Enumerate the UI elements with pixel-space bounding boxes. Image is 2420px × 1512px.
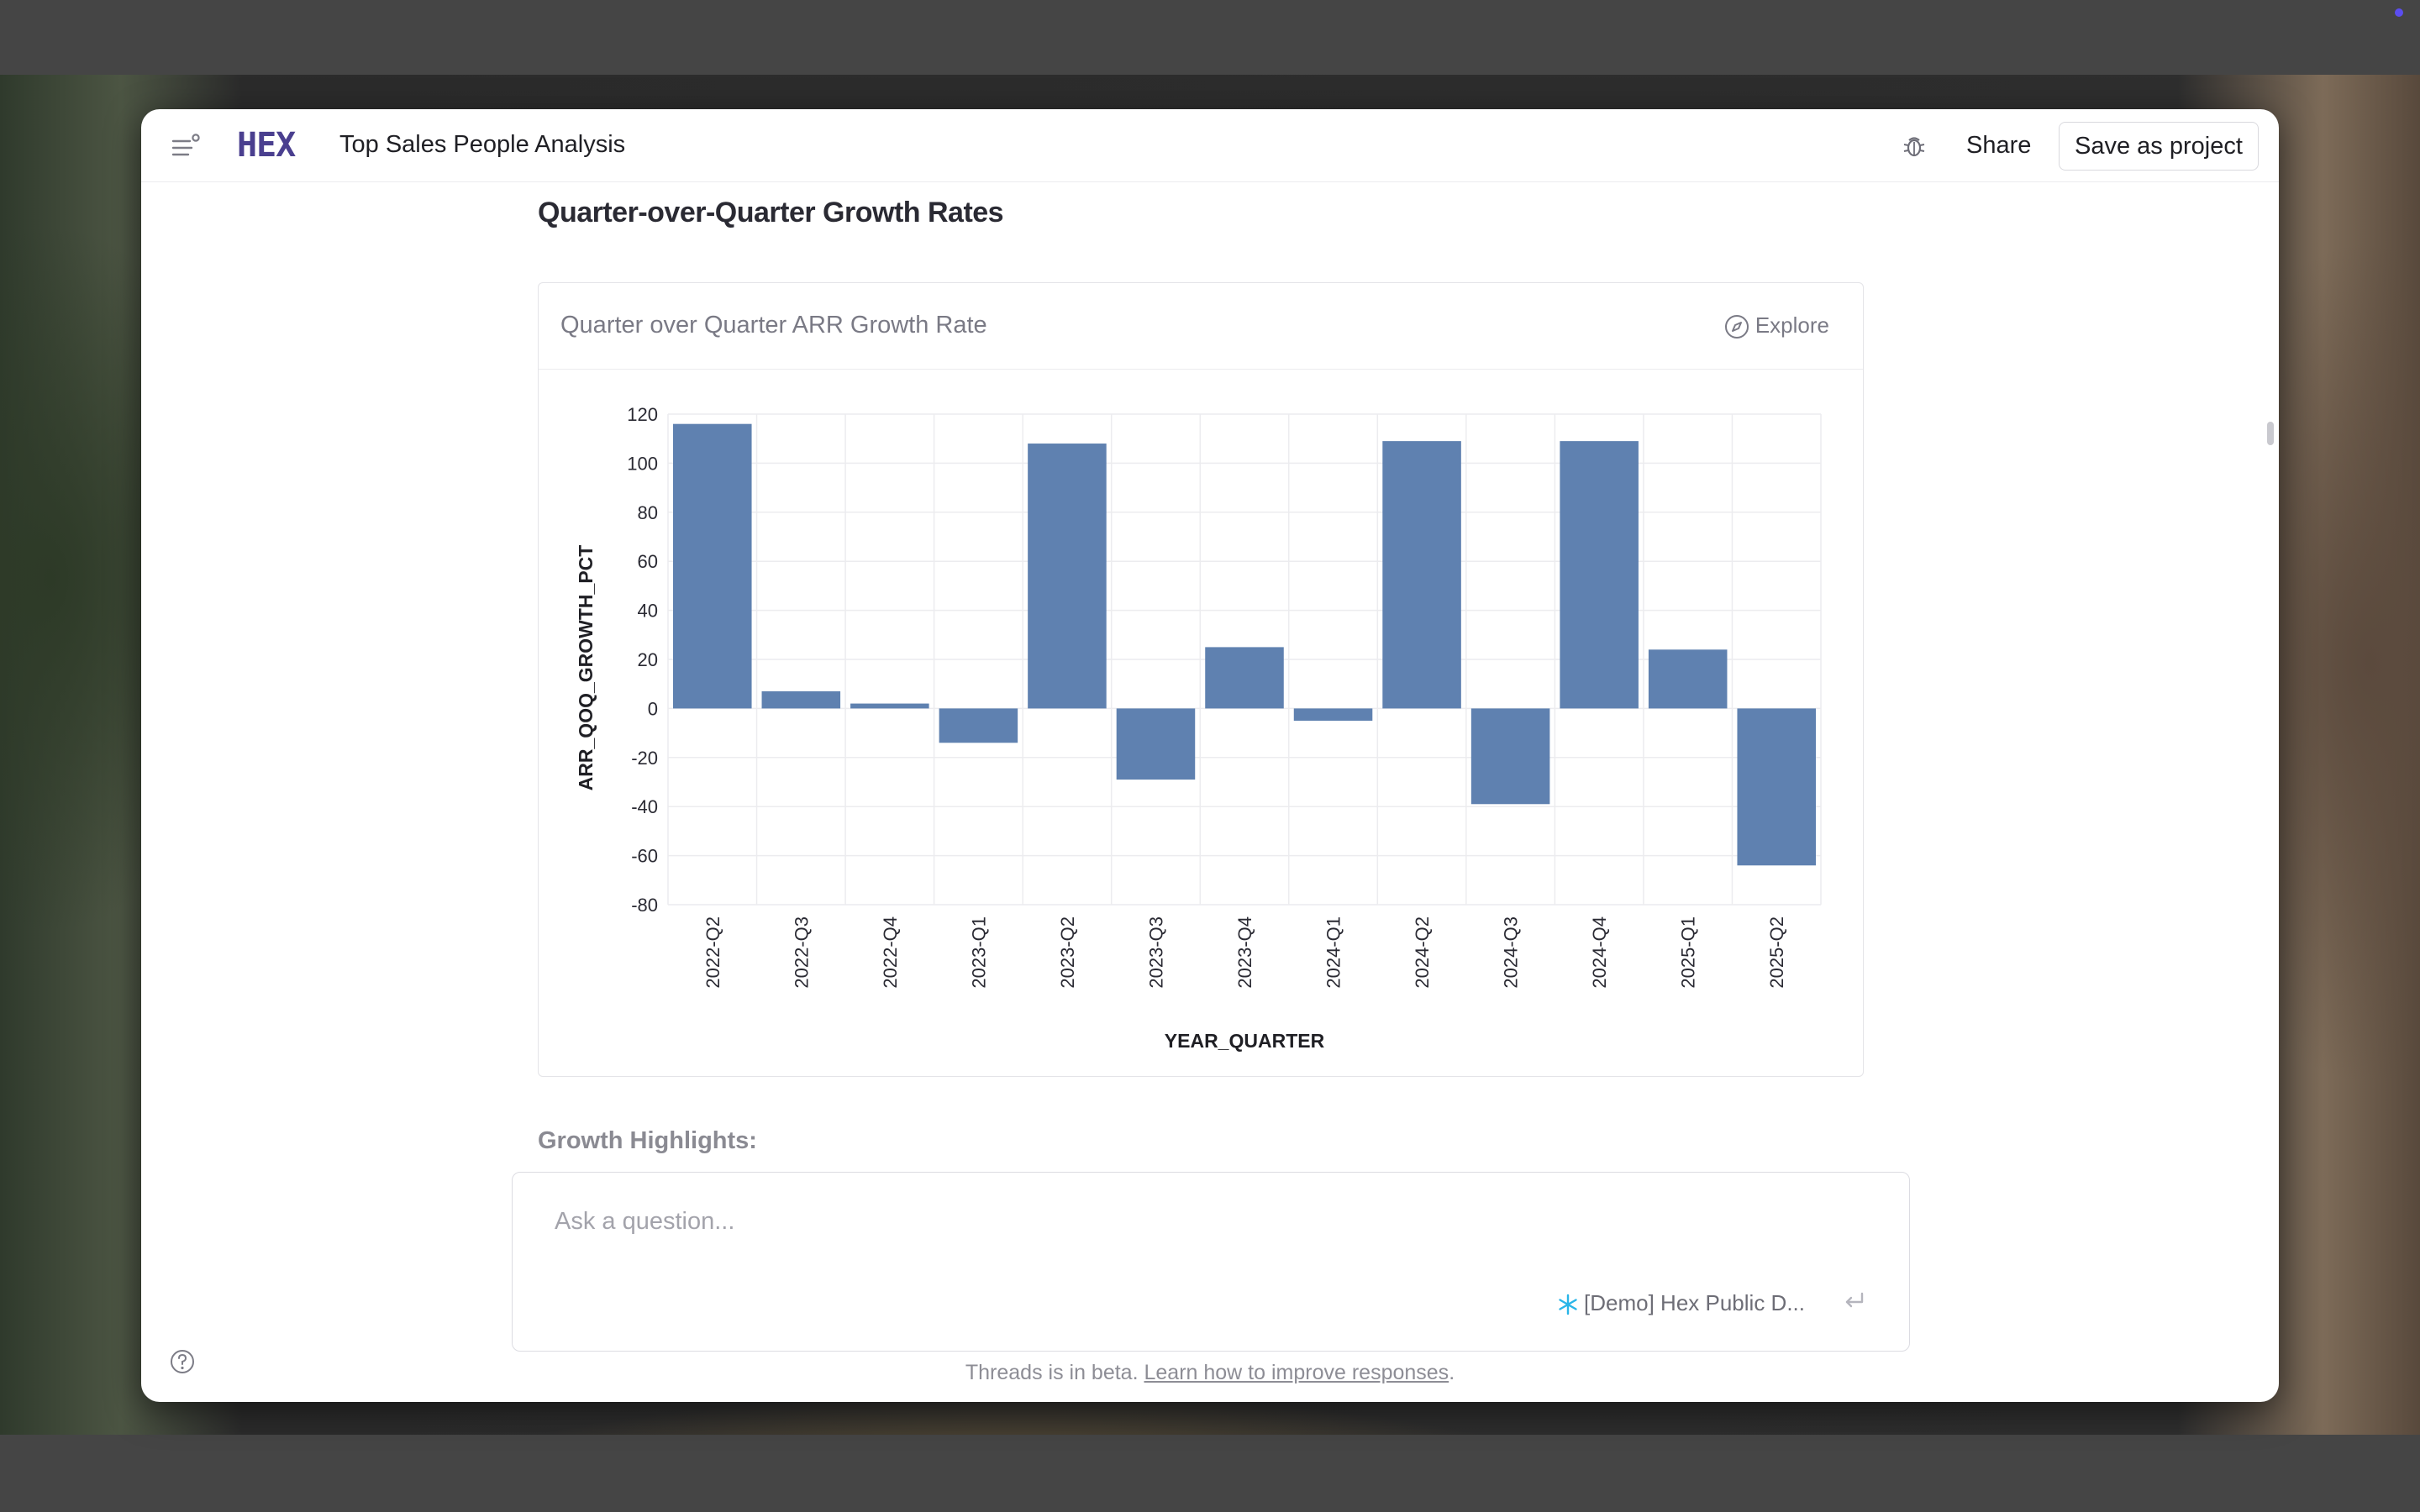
beta-footnote: Threads is in beta. Learn how to improve… [141,1361,2279,1385]
y-tick-label: 0 [648,698,658,719]
footnote-text: Threads is in beta. [965,1361,1139,1384]
bar-2023-Q2 [1028,444,1107,709]
question-composer: [Demo] Hex Public D... [512,1172,1910,1352]
improve-responses-link[interactable]: Learn how to improve responses [1144,1361,1449,1384]
x-tick-label: 2023-Q2 [1057,916,1078,989]
bar-2024-Q1 [1293,708,1373,721]
y-tick-label: 120 [627,404,658,425]
bar-2022-Q2 [673,423,752,709]
bar-2024-Q2 [1382,441,1461,709]
app-window: HEX Top Sales People Analysis Share Save… [141,109,2279,1402]
x-tick-label: 2023-Q3 [1145,916,1166,989]
snowflake-icon [1559,1294,1577,1315]
x-tick-label: 2024-Q2 [1412,916,1433,989]
status-dot [2395,8,2403,17]
chart-title: Quarter over Quarter ARR Growth Rate [560,312,987,339]
x-tick-label: 2024-Q3 [1501,916,1522,989]
menu-icon[interactable] [170,133,203,161]
y-tick-label: -20 [631,748,658,769]
scrollbar-thumb[interactable] [2267,422,2274,445]
compass-icon [1724,315,1749,339]
x-tick-label: 2024-Q4 [1589,916,1610,989]
bar-2024-Q3 [1470,708,1550,805]
bar-2024-Q4 [1560,441,1639,709]
explore-button[interactable]: Explore [1723,308,1829,342]
document-title[interactable]: Top Sales People Analysis [339,131,625,159]
x-tick-label: 2024-Q1 [1323,916,1344,989]
y-tick-label: -80 [631,895,658,916]
bar-2025-Q1 [1648,649,1728,709]
bar-2023-Q4 [1205,647,1284,709]
x-axis-title: YEAR_QUARTER [1165,1030,1325,1052]
x-tick-label: 2023-Q1 [968,916,989,989]
share-button[interactable]: Share [1956,126,2041,165]
growth-highlights-heading: Growth Highlights: [538,1127,757,1154]
app-header: HEX Top Sales People Analysis Share Save… [141,109,2279,182]
section-title: Quarter-over-Quarter Growth Rates [538,197,1004,228]
bar-2022-Q3 [761,690,841,709]
bar-chart: 120 100 80 60 40 20 0 -20 -40 -60 -80 2022-Q2 2022-Q… [575,404,1822,1052]
x-tick-label: 2022-Q2 [702,916,723,989]
y-tick-label: 100 [627,453,658,474]
chart-card-header: Quarter over Quarter ARR Growth Rate Exp… [539,283,1863,370]
bar-2023-Q1 [939,708,1018,743]
footnote-suffix: . [1449,1361,1455,1384]
bar-2025-Q2 [1737,708,1816,866]
os-top-bar [0,0,2420,75]
bug-report-icon[interactable] [1897,129,1931,163]
y-axis-title: ARR_QOQ_GROWTH_PCT [575,545,597,791]
hex-logo[interactable]: HEX [237,126,296,165]
bar-2023-Q3 [1116,708,1196,780]
data-source-selector[interactable]: [Demo] Hex Public D... [1557,1290,1805,1316]
x-tick-label: 2023-Q4 [1234,916,1255,989]
x-tick-label: 2025-Q1 [1678,916,1699,989]
help-icon[interactable] [168,1347,197,1376]
bar-2022-Q4 [850,703,929,709]
ask-question-input[interactable] [553,1200,1733,1243]
explore-label: Explore [1754,312,1829,338]
data-source-label: [Demo] Hex Public D... [1584,1290,1805,1315]
y-tick-label: 20 [638,649,658,670]
y-tick-label: -60 [631,846,658,867]
os-bottom-bar [0,1435,2420,1512]
save-as-project-button[interactable]: Save as project [2059,122,2259,171]
chart-card: Quarter over Quarter ARR Growth Rate Exp… [538,282,1864,1077]
x-tick-label: 2022-Q3 [791,916,812,989]
send-icon[interactable] [1839,1285,1869,1315]
y-tick-label: -40 [631,796,658,817]
x-tick-label: 2025-Q2 [1766,916,1787,989]
y-tick-label: 80 [638,502,658,523]
y-tick-label: 40 [638,601,658,622]
y-tick-label: 60 [638,551,658,572]
x-tick-label: 2022-Q4 [880,916,901,989]
